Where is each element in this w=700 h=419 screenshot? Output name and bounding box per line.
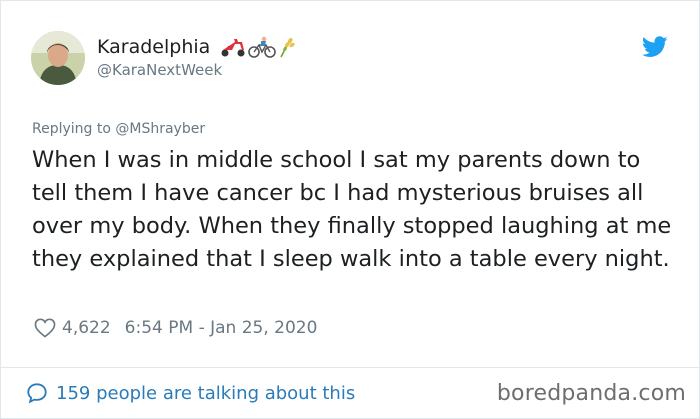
author-name[interactable]: Karadelphia: [97, 36, 210, 58]
scooter-icon: [221, 39, 245, 57]
talking-link[interactable]: 159 people are talking about this: [26, 382, 355, 404]
bicycle-icon: [248, 36, 277, 58]
divider: [1, 367, 699, 368]
speech-bubble-icon: [27, 383, 47, 404]
twitter-bird-icon[interactable]: [642, 36, 668, 58]
tweet-text: When I was in middle school I sat my par…: [32, 147, 672, 272]
like-count: 4,622: [62, 318, 111, 338]
timestamp[interactable]: 6:54 PM - Jan 25, 2020: [125, 318, 318, 338]
author-handle[interactable]: @KaraNextWeek: [97, 61, 222, 79]
watermark: boredpanda.com: [496, 381, 686, 406]
avatar[interactable]: [31, 31, 85, 85]
wheat-icon: [280, 37, 296, 58]
heart-icon[interactable]: [34, 318, 56, 338]
talking-label[interactable]: 159 people are talking about this: [56, 383, 355, 404]
replying-to[interactable]: Replying to @MShrayber: [32, 121, 205, 137]
tweet-card: Karadelphia @KaraNextWeek Replying to @M…: [0, 0, 700, 419]
